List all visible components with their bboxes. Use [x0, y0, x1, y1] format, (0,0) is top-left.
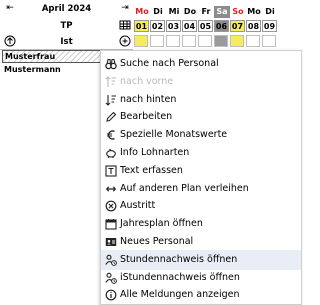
calendar-icon [105, 218, 117, 230]
day-name: Di [150, 6, 166, 18]
day-name: Fr [198, 6, 214, 18]
tp-cell[interactable] [198, 35, 212, 47]
day-number[interactable]: 06 [214, 20, 229, 32]
menu-item[interactable]: Alle Meldungen anzeigen [101, 285, 301, 305]
day-name: Mo [246, 6, 262, 18]
binoculars-icon [105, 58, 117, 70]
tp-label: TP [60, 21, 73, 31]
day-name: Mo [134, 6, 150, 18]
tp-row: TP [0, 18, 133, 34]
info-circle-icon [105, 289, 117, 301]
next-month-icon[interactable]: ⇥ [119, 2, 131, 15]
user-clock-icon [105, 272, 117, 284]
tp-cell[interactable] [166, 35, 180, 47]
text-icon [105, 165, 117, 177]
piggy-bank-icon [105, 147, 117, 159]
month-header: ⇤ April 2024 ⇥ [0, 1, 133, 17]
tp-cell[interactable] [246, 35, 260, 47]
tp-cell[interactable] [134, 35, 148, 47]
day-name: Do [182, 6, 198, 18]
tp-cell[interactable] [182, 35, 196, 47]
transfer-icon [105, 183, 117, 195]
day-number[interactable]: 04 [182, 20, 197, 32]
day-number[interactable]: 07 [230, 20, 245, 32]
user-clock-icon [105, 254, 117, 266]
tp-cell[interactable] [150, 35, 164, 47]
context-menu: Suche nach Personal nach vorne nach hinten… [100, 50, 302, 305]
ist-row: Ist [0, 34, 133, 50]
day-number[interactable]: 09 [262, 20, 277, 32]
day-number[interactable]: 01 [134, 20, 149, 32]
plus-circle-icon[interactable] [119, 35, 131, 48]
day-name: Mi [166, 6, 182, 18]
menu-item-label: Alle Meldungen anzeigen [120, 289, 240, 301]
id-card-icon [105, 236, 117, 248]
ist-label: Ist [60, 37, 73, 47]
tp-cell[interactable] [230, 35, 244, 47]
tp-cell[interactable] [214, 35, 228, 47]
day-number[interactable]: 05 [198, 20, 213, 32]
pencil-icon [105, 111, 117, 123]
day-number[interactable]: 03 [166, 20, 181, 32]
day-number[interactable]: 02 [150, 20, 165, 32]
day-name: Di [262, 6, 278, 18]
grid-icon[interactable] [119, 19, 131, 32]
day-name: Sa [214, 6, 230, 18]
cancel-circle-icon [105, 200, 117, 212]
sort-down-icon [105, 94, 117, 106]
euro-icon [105, 129, 117, 141]
day-number[interactable]: 08 [246, 20, 261, 32]
sort-up-icon [105, 76, 117, 88]
day-name: So [230, 6, 246, 18]
month-title: April 2024 [41, 4, 92, 14]
tp-cell[interactable] [262, 35, 276, 47]
